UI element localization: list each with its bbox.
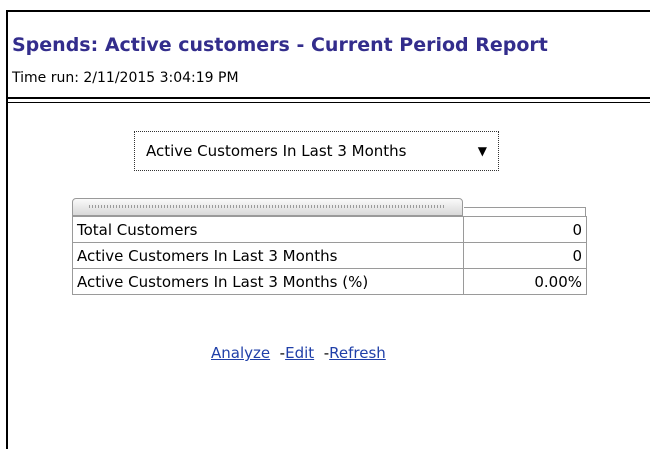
table-header-label-column [72,198,463,216]
link-separator: - [323,344,330,362]
table-row: Total Customers 0 [72,216,587,243]
chevron-down-icon[interactable]: ▼ [478,144,487,158]
title-divider [8,97,650,99]
report-title: Spends: Active customers - Current Perio… [12,34,548,56]
table-row: Active Customers In Last 3 Months 0 [72,242,587,269]
column-grip [89,205,446,208]
row-label: Active Customers In Last 3 Months (%) [72,268,464,295]
analyze-link[interactable]: Analyze [211,344,270,362]
row-label: Active Customers In Last 3 Months [72,242,464,269]
view-selector-value: Active Customers In Last 3 Months [146,142,407,160]
edit-link[interactable]: Edit [285,344,314,362]
table-row: Active Customers In Last 3 Months (%) 0.… [72,268,587,295]
table-header-value-column [464,207,586,216]
row-label: Total Customers [72,216,464,243]
title-divider-thin [8,102,650,103]
view-selector-dropdown[interactable]: Active Customers In Last 3 Months ▼ [134,131,499,171]
row-value: 0.00% [463,268,587,295]
link-separator: - [279,344,286,362]
refresh-link[interactable]: Refresh [329,344,386,362]
report-links: Analyze -Edit -Refresh [211,344,386,362]
customers-table: Total Customers 0 Active Customers In La… [72,216,587,295]
time-run-label: Time run: 2/11/2015 3:04:19 PM [12,70,239,86]
row-value: 0 [463,242,587,269]
row-value: 0 [463,216,587,243]
